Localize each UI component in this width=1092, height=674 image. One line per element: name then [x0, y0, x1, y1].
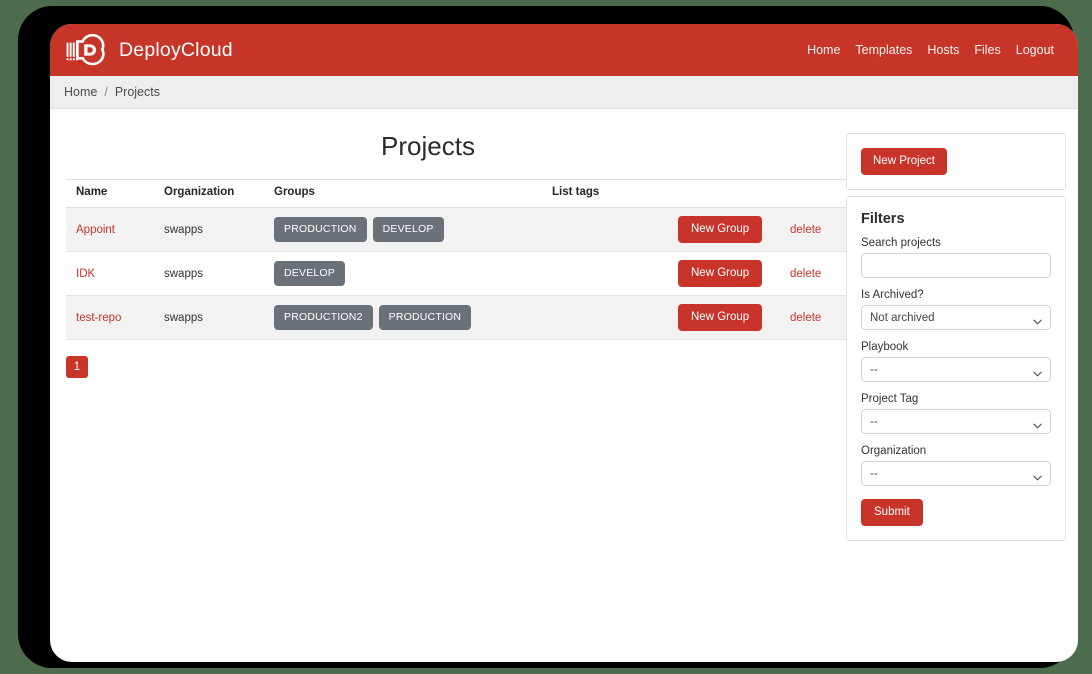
cell-project-name: IDK — [66, 251, 154, 296]
projects-table: Name Organization Groups List tags Appoi… — [66, 179, 852, 340]
content-area: Projects Name Organization Groups List t… — [50, 109, 1078, 541]
cell-delete: delete — [780, 207, 852, 252]
cell-organization: swapps — [154, 251, 264, 296]
cell-groups: PRODUCTION DEVELOP — [264, 207, 542, 252]
project-link[interactable]: test-repo — [76, 312, 121, 324]
column-header-delete — [780, 179, 852, 208]
cell-new-group: New Group — [668, 207, 780, 252]
pagination-page[interactable]: 1 — [66, 356, 88, 378]
device-frame: DeployCloud Home Templates Hosts Files L… — [18, 6, 1078, 668]
field-search-projects: Search projects — [861, 237, 1051, 278]
is-archived-label: Is Archived? — [861, 289, 924, 301]
breadcrumb-current: Projects — [114, 85, 160, 99]
cell-organization: swapps — [154, 207, 264, 252]
top-navbar: DeployCloud Home Templates Hosts Files L… — [50, 24, 1078, 76]
cell-new-group: New Group — [668, 251, 780, 296]
cloud-d-logo-icon — [64, 33, 108, 67]
cell-delete: delete — [780, 295, 852, 340]
submit-filters-button[interactable]: Submit — [861, 499, 923, 526]
search-projects-label: Search projects — [861, 237, 941, 249]
nav-link-logout[interactable]: Logout — [1016, 43, 1054, 57]
organization-label: Organization — [861, 445, 927, 457]
column-header-name: Name — [66, 179, 154, 208]
column-header-groups: Groups — [264, 179, 542, 208]
cell-new-group: New Group — [668, 295, 780, 340]
cell-list-tags — [542, 251, 668, 296]
projects-table-head: Name Organization Groups List tags — [66, 179, 852, 208]
cell-groups: PRODUCTION2 PRODUCTION — [264, 295, 542, 340]
group-badge[interactable]: PRODUCTION — [274, 217, 367, 242]
nav-link-hosts[interactable]: Hosts — [927, 43, 959, 57]
cell-list-tags — [542, 295, 668, 340]
group-badge[interactable]: DEVELOP — [274, 261, 346, 286]
project-link[interactable]: IDK — [76, 268, 95, 280]
breadcrumb-separator: / — [104, 85, 108, 99]
table-row: IDK swapps DEVELOP New Group delete — [66, 251, 852, 296]
group-badge[interactable]: DEVELOP — [372, 217, 444, 242]
column-header-organization: Organization — [154, 179, 264, 208]
new-group-button[interactable]: New Group — [678, 304, 763, 331]
table-header-row: Name Organization Groups List tags — [66, 179, 852, 208]
delete-link[interactable]: delete — [790, 312, 821, 324]
cell-delete: delete — [780, 251, 852, 296]
field-playbook: Playbook -- — [861, 341, 1051, 382]
new-group-button[interactable]: New Group — [678, 260, 763, 287]
cell-project-name: test-repo — [66, 295, 154, 340]
group-badge[interactable]: PRODUCTION2 — [274, 305, 373, 330]
column-header-list-tags: List tags — [542, 179, 668, 208]
table-row: Appoint swapps PRODUCTION DEVELOP New Group d… — [66, 207, 852, 252]
project-tag-select[interactable]: -- — [861, 409, 1051, 434]
field-project-tag: Project Tag -- — [861, 393, 1051, 434]
new-project-button[interactable]: New Project — [861, 148, 947, 175]
group-badge[interactable]: PRODUCTION — [378, 305, 472, 330]
playbook-label: Playbook — [861, 341, 909, 353]
column-header-action — [668, 179, 780, 208]
is-archived-select[interactable]: Not archived — [861, 305, 1051, 330]
breadcrumb-home[interactable]: Home — [64, 85, 97, 99]
cell-project-name: Appoint — [66, 207, 154, 252]
nav-link-templates[interactable]: Templates — [855, 43, 912, 57]
search-projects-input[interactable] — [861, 253, 1051, 278]
page-title: Projects — [381, 131, 475, 161]
cell-organization: swapps — [154, 295, 264, 340]
delete-link[interactable]: delete — [790, 224, 821, 236]
browser-page: DeployCloud Home Templates Hosts Files L… — [50, 24, 1078, 662]
sidebar-column: New Project Filters Search projects Is A… — [846, 109, 1066, 541]
cell-list-tags — [542, 207, 668, 252]
delete-link[interactable]: delete — [790, 268, 821, 280]
nav-links: Home Templates Hosts Files Logout — [807, 43, 1054, 57]
project-tag-label: Project Tag — [861, 393, 919, 405]
cell-groups: DEVELOP — [264, 251, 542, 296]
field-organization: Organization -- — [861, 445, 1051, 486]
pagination: 1 — [66, 356, 830, 378]
main-column: Projects Name Organization Groups List t… — [62, 109, 852, 541]
project-link[interactable]: Appoint — [76, 224, 115, 236]
projects-table-body: Appoint swapps PRODUCTION DEVELOP New Group d… — [66, 207, 852, 340]
filters-card: Filters Search projects Is Archived? Not… — [846, 196, 1066, 541]
brand-name: DeployCloud — [119, 38, 233, 61]
nav-link-files[interactable]: Files — [974, 43, 1000, 57]
field-is-archived: Is Archived? Not archived — [861, 289, 1051, 330]
playbook-select[interactable]: -- — [861, 357, 1051, 382]
breadcrumb: Home / Projects — [50, 76, 1078, 109]
desktop-background: DeployCloud Home Templates Hosts Files L… — [0, 0, 1092, 674]
table-row: test-repo swapps PRODUCTION2 PRODUCTION New … — [66, 295, 852, 340]
brand-home-link[interactable]: DeployCloud — [64, 33, 233, 67]
filters-title: Filters — [861, 211, 905, 227]
new-project-card: New Project — [846, 133, 1066, 190]
new-group-button[interactable]: New Group — [678, 216, 763, 243]
nav-link-home[interactable]: Home — [807, 43, 840, 57]
organization-select[interactable]: -- — [861, 461, 1051, 486]
